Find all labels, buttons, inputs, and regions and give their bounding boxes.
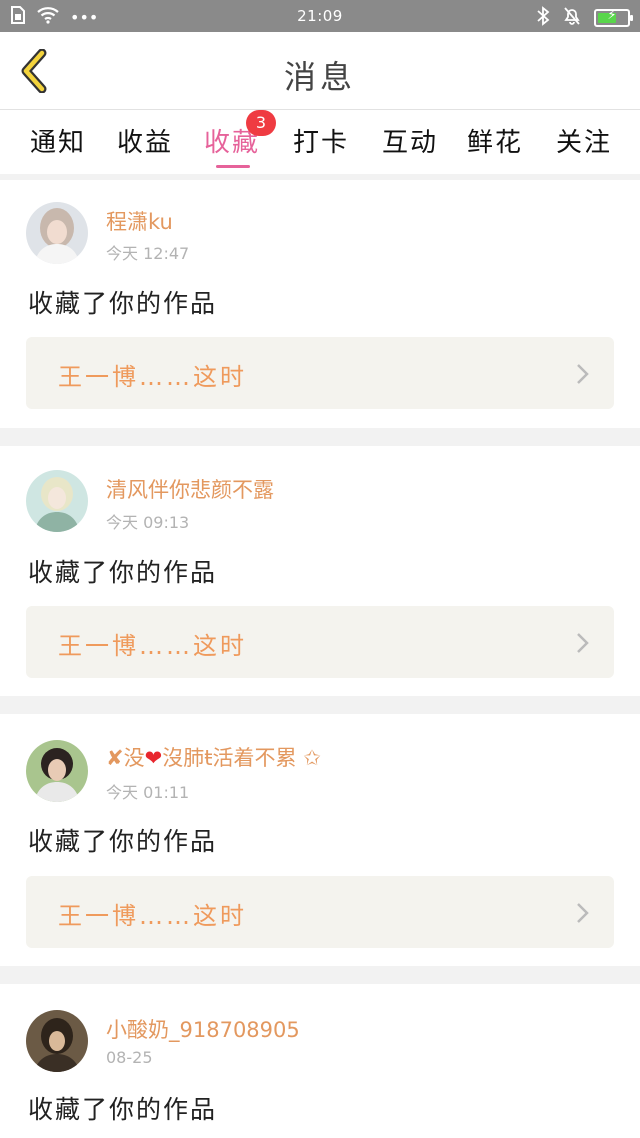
list-item: 程潇ku 今天 12:47 收藏了你的作品 王一博……这时 — [0, 180, 640, 428]
tab-checkin[interactable]: 打卡 — [283, 122, 359, 166]
active-tab-indicator — [216, 165, 250, 168]
tab-label: 收益 — [116, 128, 173, 158]
tab-label: 关注 — [555, 128, 612, 158]
avatar[interactable] — [26, 202, 88, 264]
work-link[interactable]: 王一博……这时 — [26, 606, 614, 678]
chevron-right-icon — [577, 364, 589, 384]
action-text: 收藏了你的作品 — [28, 827, 218, 856]
battery-icon: ⚡ — [594, 8, 633, 27]
username[interactable]: ✘没❤沒肺ŧ活着不累 ✩ — [106, 742, 321, 772]
bluetooth-icon — [536, 6, 550, 30]
username[interactable]: 小酸奶_918708905 — [106, 1014, 300, 1044]
chevron-right-icon — [577, 633, 589, 653]
tab-flowers[interactable]: 鲜花 — [457, 122, 533, 166]
unread-badge: 3 — [246, 110, 276, 136]
tab-label: 打卡 — [292, 128, 349, 158]
work-title: 王一博……这时 — [58, 363, 247, 391]
tab-label: 通知 — [29, 128, 86, 158]
tab-label: 鲜花 — [466, 128, 523, 158]
work-link[interactable]: 王一博……这时 — [26, 337, 614, 409]
tab-favorites[interactable]: 收藏 3 — [194, 110, 276, 168]
list-item: 清风伴你悲颜不露 今天 09:13 收藏了你的作品 王一博……这时 — [0, 446, 640, 696]
header: 消息 — [0, 32, 640, 110]
username-part: ✘没 — [106, 746, 145, 770]
tab-bar: 通知 收益 收藏 3 打卡 互动 鲜花 关注 — [0, 110, 640, 174]
tab-earnings[interactable]: 收益 — [107, 122, 183, 166]
status-right-icons: ⚡ — [536, 6, 633, 30]
timestamp: 今天 12:47 — [106, 244, 190, 263]
username[interactable]: 清风伴你悲颜不露 — [106, 474, 274, 504]
username-part: 沒肺ŧ活着不累 ✩ — [162, 746, 321, 770]
work-title: 王一博……这时 — [58, 632, 247, 660]
chevron-right-icon — [577, 903, 589, 923]
timestamp: 今天 09:13 — [106, 513, 190, 532]
work-link[interactable]: 王一博……这时 — [26, 876, 614, 948]
tab-notifications[interactable]: 通知 — [20, 122, 96, 166]
page-title: 消息 — [283, 58, 356, 96]
work-title: 王一博……这时 — [58, 902, 247, 930]
tab-label: 互动 — [381, 128, 438, 158]
timestamp: 今天 01:11 — [106, 783, 190, 802]
action-text: 收藏了你的作品 — [28, 558, 218, 587]
action-text: 收藏了你的作品 — [28, 289, 218, 318]
mute-bell-icon — [562, 6, 582, 30]
tab-interactions[interactable]: 互动 — [372, 122, 448, 166]
heart-icon: ❤ — [144, 746, 163, 770]
avatar[interactable] — [26, 470, 88, 532]
username[interactable]: 程潇ku — [106, 206, 173, 236]
avatar[interactable] — [26, 740, 88, 802]
avatar[interactable] — [26, 1010, 88, 1072]
status-bar: ••• 21:09 ⚡ — [0, 0, 640, 32]
tab-following[interactable]: 关注 — [546, 122, 622, 166]
list-item: ✘没❤沒肺ŧ活着不累 ✩ 今天 01:11 收藏了你的作品 王一博……这时 — [0, 714, 640, 966]
list-item: 小酸奶_918708905 08-25 收藏了你的作品 — [0, 984, 640, 1138]
action-text: 收藏了你的作品 — [28, 1095, 218, 1124]
timestamp: 08-25 — [106, 1048, 153, 1067]
